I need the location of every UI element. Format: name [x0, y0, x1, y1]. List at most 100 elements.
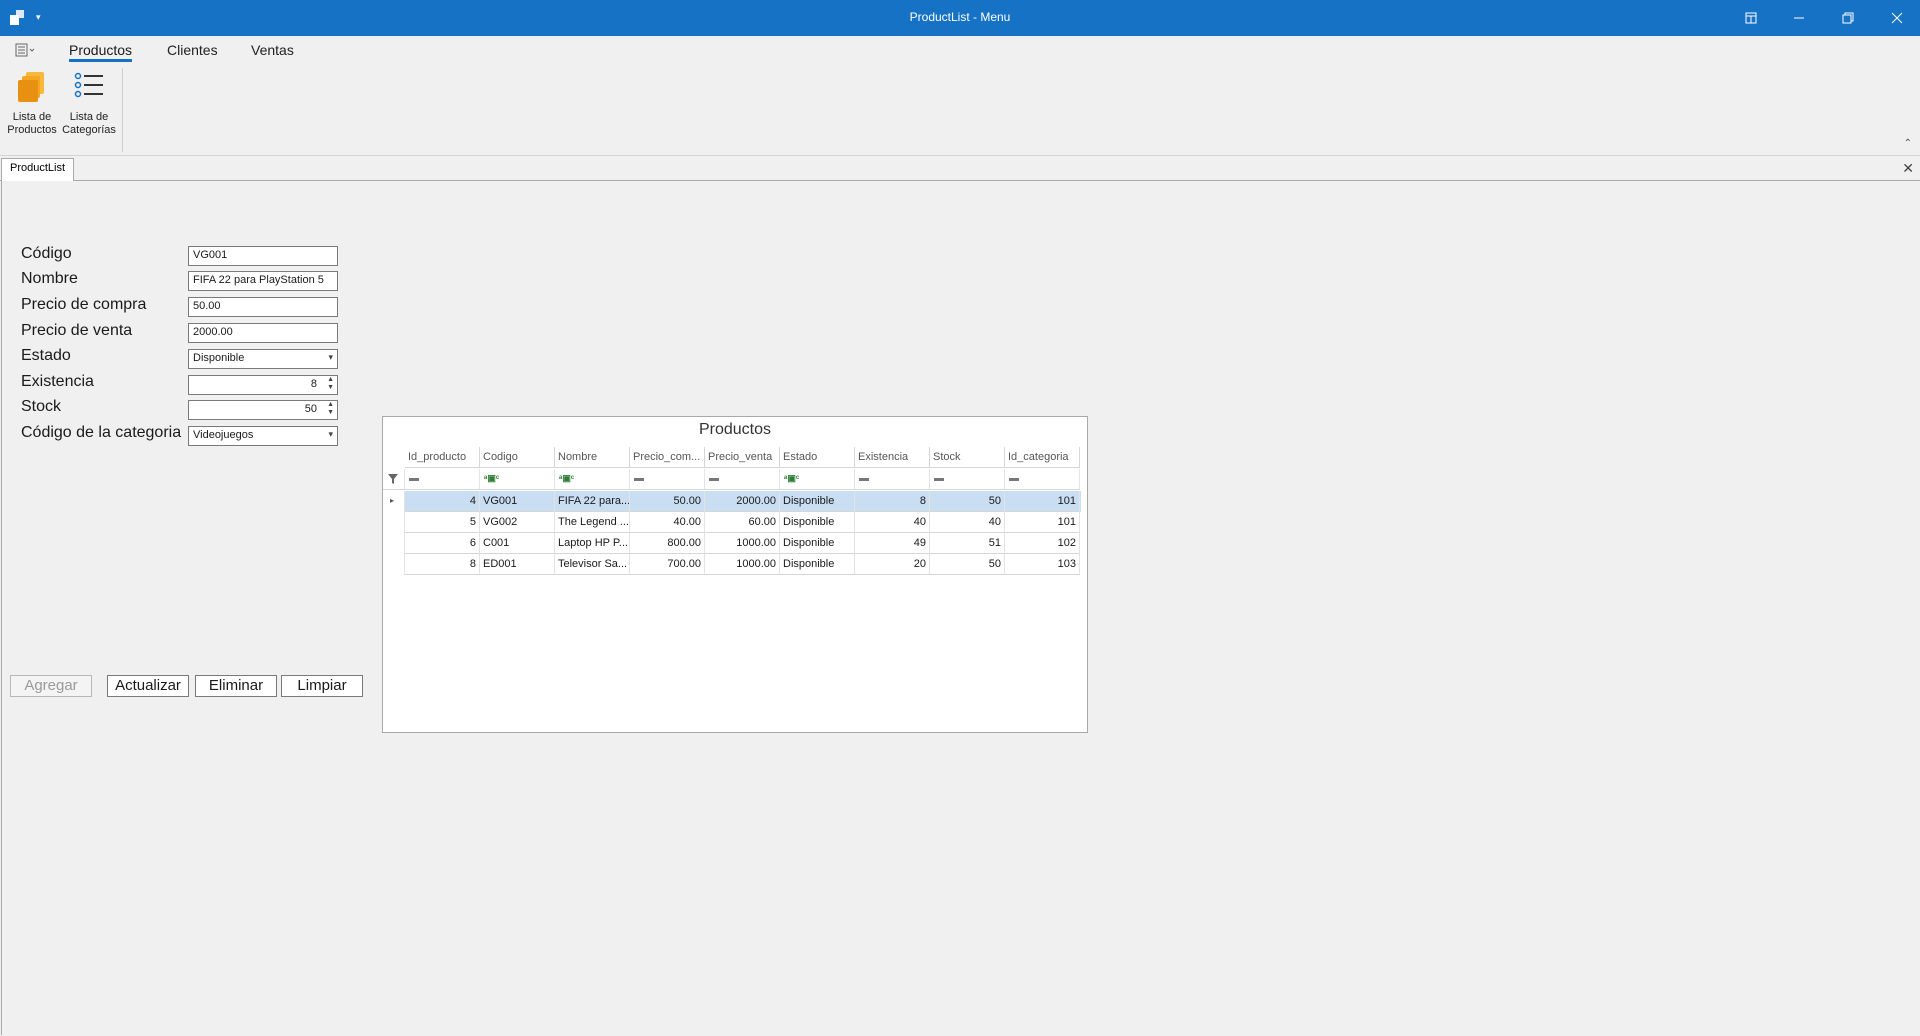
tab-productos[interactable]: Productos	[69, 42, 133, 62]
existencia-spin-icon[interactable]: ▲ ▼	[327, 376, 334, 392]
table-cell[interactable]: 101	[1005, 512, 1080, 533]
tab-ventas[interactable]: Ventas	[251, 42, 294, 58]
tab-clientes[interactable]: Clientes	[167, 42, 218, 58]
table-cell[interactable]: Disponible	[780, 533, 855, 554]
row-indicator[interactable]	[383, 533, 405, 554]
table-cell[interactable]: 49	[855, 533, 930, 554]
lista-categorias-button[interactable]: Lista de Categorías	[60, 70, 118, 137]
column-header[interactable]: Id_producto	[405, 447, 480, 468]
eliminar-button[interactable]: Eliminar	[195, 675, 277, 697]
application-menu-icon[interactable]	[15, 43, 37, 57]
limpiar-button[interactable]: Limpiar	[281, 675, 363, 697]
table-cell[interactable]: VG002	[480, 512, 555, 533]
precio-venta-field[interactable]: 2000.00	[188, 323, 338, 343]
table-cell[interactable]: 102	[1005, 533, 1080, 554]
table-cell[interactable]: 700.00	[630, 554, 705, 575]
table-cell[interactable]: FIFA 22 para...	[555, 491, 630, 512]
table-cell[interactable]: Televisor Sa...	[555, 554, 630, 575]
existencia-stepper[interactable]: 8 ▲ ▼	[188, 375, 338, 395]
table-cell[interactable]: 51	[930, 533, 1005, 554]
close-button[interactable]	[1874, 0, 1920, 36]
table-cell[interactable]: 40	[855, 512, 930, 533]
column-header[interactable]: Existencia	[855, 447, 930, 468]
column-header[interactable]: Estado	[780, 447, 855, 468]
precio-compra-label: Precio de compra	[21, 296, 147, 313]
filter-cell[interactable]: ᵃ▣ᶜ	[780, 469, 855, 490]
column-header[interactable]: Precio_com...	[630, 447, 705, 468]
column-header[interactable]: Nombre	[555, 447, 630, 468]
nombre-label: Nombre	[21, 270, 78, 287]
table-cell[interactable]: 50	[930, 491, 1005, 512]
stock-stepper[interactable]: 50 ▲ ▼	[188, 400, 338, 420]
table-cell[interactable]: 800.00	[630, 533, 705, 554]
table-cell[interactable]: 60.00	[705, 512, 780, 533]
close-icon	[1891, 12, 1903, 24]
table-cell[interactable]: 50	[930, 554, 1005, 575]
collapse-ribbon-icon[interactable]: ⌃	[1904, 138, 1912, 149]
column-header[interactable]: Id_categoria	[1005, 447, 1080, 468]
table-cell[interactable]: Disponible	[780, 512, 855, 533]
table-cell[interactable]: 1000.00	[705, 533, 780, 554]
table-cell[interactable]: 20	[855, 554, 930, 575]
table-cell[interactable]: 101	[1005, 491, 1080, 512]
filter-cell[interactable]: ᵃ▣ᶜ	[480, 469, 555, 490]
categoria-select[interactable]: Videojuegos	[188, 426, 338, 446]
table-cell[interactable]: 40	[930, 512, 1005, 533]
filter-cell[interactable]	[1005, 469, 1080, 490]
table-cell[interactable]: Disponible	[780, 554, 855, 575]
minimize-button[interactable]	[1776, 0, 1822, 36]
filter-cell[interactable]	[930, 469, 1005, 490]
table-cell[interactable]: 2000.00	[705, 491, 780, 512]
column-header[interactable]: Precio_venta	[705, 447, 780, 468]
table-cell[interactable]: 8	[855, 491, 930, 512]
estado-select[interactable]: Disponible	[188, 349, 338, 369]
table-cell[interactable]: 1000.00	[705, 554, 780, 575]
table-cell[interactable]: 50.00	[630, 491, 705, 512]
tab-productlist[interactable]: ProductList	[1, 158, 75, 181]
table-cell[interactable]: 8	[405, 554, 480, 575]
table-cell[interactable]: 40.00	[630, 512, 705, 533]
table-cell[interactable]: ED001	[480, 554, 555, 575]
filter-cell[interactable]	[855, 469, 930, 490]
stock-spin-icon[interactable]: ▲ ▼	[327, 401, 334, 417]
table-row[interactable]: 5 VG002 The Legend ... 40.00 60.00 Disponible…	[405, 512, 1081, 533]
lista-productos-button[interactable]: Lista de Productos	[3, 70, 61, 137]
table-cell[interactable]: 6	[405, 533, 480, 554]
row-indicator[interactable]	[383, 512, 405, 533]
minimize-icon	[1794, 17, 1804, 19]
ribbon-panel: Lista de Productos Lista de Categorías ⌃	[0, 64, 1920, 156]
restore-button[interactable]	[1825, 0, 1871, 36]
productlist-form: Código VG001 Nombre FIFA 22 para PlaySta…	[1, 181, 1919, 1035]
actualizar-button[interactable]: Actualizar	[107, 675, 189, 697]
ribbon-display-button[interactable]	[1728, 0, 1774, 36]
table-cell[interactable]: 103	[1005, 554, 1080, 575]
table-row[interactable]: 8 ED001 Televisor Sa... 700.00 1000.00 Dispon…	[405, 554, 1081, 575]
codigo-label: Código	[21, 245, 72, 262]
table-cell[interactable]: C001	[480, 533, 555, 554]
precio-venta-label: Precio de venta	[21, 322, 133, 339]
filter-cell[interactable]	[405, 469, 480, 490]
row-indicator[interactable]: ▸	[383, 491, 405, 512]
close-document-icon[interactable]: ✕	[1902, 160, 1914, 177]
productos-grid: Productos Id_producto Codigo Nombre Precio_…	[382, 416, 1088, 733]
precio-compra-field[interactable]: 50.00	[188, 297, 338, 317]
filter-cell[interactable]: ᵃ▣ᶜ	[555, 469, 630, 490]
column-header[interactable]: Codigo	[480, 447, 555, 468]
row-indicator[interactable]	[383, 554, 405, 575]
filter-equals-icon	[934, 478, 944, 481]
agregar-button[interactable]: Agregar	[10, 675, 92, 697]
table-cell[interactable]: VG001	[480, 491, 555, 512]
nombre-field[interactable]: FIFA 22 para PlayStation 5	[188, 271, 338, 291]
filter-cell[interactable]	[630, 469, 705, 490]
codigo-field[interactable]: VG001	[188, 246, 338, 266]
filter-cell[interactable]	[705, 469, 780, 490]
table-row[interactable]: 6 C001 Laptop HP P... 800.00 1000.00 Disponib…	[405, 533, 1081, 554]
column-header[interactable]: Stock	[930, 447, 1005, 468]
table-cell[interactable]: 5	[405, 512, 480, 533]
table-cell[interactable]: Laptop HP P...	[555, 533, 630, 554]
table-row[interactable]: 4 VG001 FIFA 22 para... 50.00 2000.00 Disponi…	[405, 491, 1081, 512]
table-cell[interactable]: The Legend ...	[555, 512, 630, 533]
table-cell[interactable]: 4	[405, 491, 480, 512]
filter-icon[interactable]	[383, 469, 405, 490]
table-cell[interactable]: Disponible	[780, 491, 855, 512]
